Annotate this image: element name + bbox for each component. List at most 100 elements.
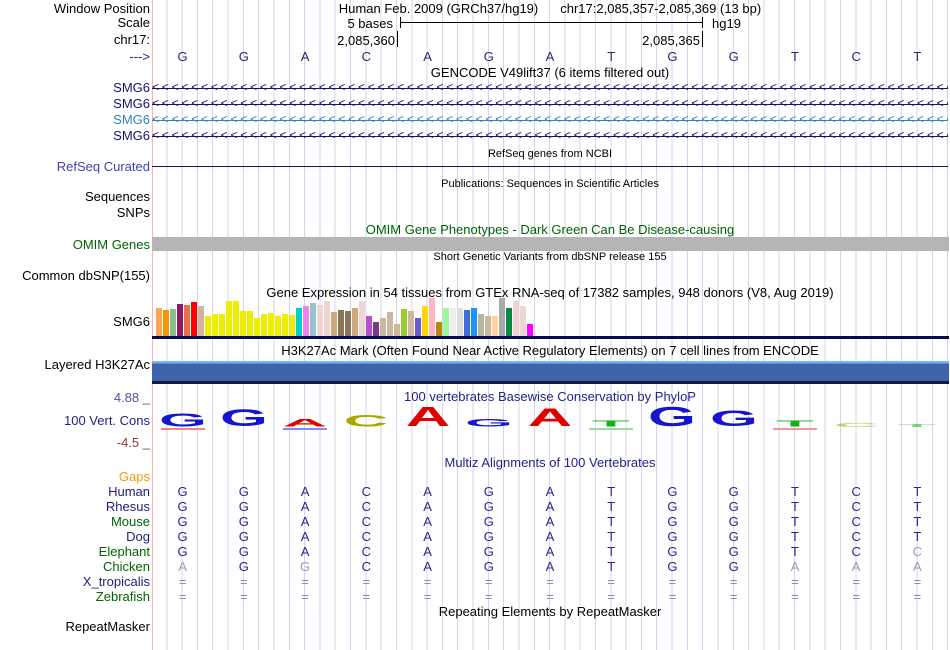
alignment-base: C bbox=[851, 544, 861, 559]
alignment-base: = bbox=[484, 574, 493, 589]
alignment-base: G bbox=[667, 484, 678, 499]
alignment-base: A bbox=[545, 529, 555, 544]
alignment-base: G bbox=[728, 529, 739, 544]
alignment-base: G bbox=[238, 514, 249, 529]
alignment-base: A bbox=[423, 559, 432, 574]
alignment-base: = bbox=[178, 589, 187, 604]
alignment-base: G bbox=[728, 484, 739, 499]
species-label-dog[interactable]: Dog bbox=[0, 530, 150, 544]
alignment-base: G bbox=[483, 484, 494, 499]
alignment-base: A bbox=[545, 514, 555, 529]
alignment-base: A bbox=[300, 544, 310, 559]
alignment-base: T bbox=[790, 544, 799, 559]
alignment-base: T bbox=[607, 529, 616, 544]
alignment-base: G bbox=[483, 499, 494, 514]
alignment-base: G bbox=[667, 529, 678, 544]
species-label-x_tropicalis[interactable]: X_tropicalis bbox=[0, 575, 150, 589]
alignment-base: = bbox=[607, 574, 616, 589]
species-label-chicken[interactable]: Chicken bbox=[0, 560, 150, 574]
alignment-base: = bbox=[240, 589, 248, 604]
alignment-base: T bbox=[607, 514, 616, 529]
alignment-base: = bbox=[607, 589, 616, 604]
alignment-base: A bbox=[851, 559, 861, 574]
alignment-base: = bbox=[852, 589, 860, 604]
alignment-base: = bbox=[668, 574, 677, 589]
alignment-base: G bbox=[667, 544, 678, 559]
alignment-base: A bbox=[545, 499, 555, 514]
alignment-base: T bbox=[607, 484, 616, 499]
alignment-base: = bbox=[668, 589, 677, 604]
alignment-base: G bbox=[177, 529, 188, 544]
alignment-base: C bbox=[361, 559, 371, 574]
species-label-mouse[interactable]: Mouse bbox=[0, 515, 150, 529]
alignment-base: A bbox=[545, 559, 555, 574]
alignment-base: A bbox=[545, 544, 555, 559]
alignment-base: T bbox=[913, 484, 922, 499]
alignment-base: T bbox=[607, 544, 616, 559]
alignment-base: C bbox=[361, 529, 371, 544]
alignment-base: = bbox=[913, 589, 922, 604]
alignment-base: G bbox=[238, 559, 249, 574]
alignment-base: = bbox=[423, 574, 432, 589]
alignment-base: A bbox=[423, 529, 432, 544]
alignment-base: A bbox=[423, 499, 432, 514]
alignment-base: A bbox=[790, 559, 800, 574]
alignment-base: A bbox=[545, 484, 555, 499]
alignment-base: A bbox=[913, 559, 922, 574]
alignment-base: C bbox=[851, 529, 861, 544]
species-label-elephant[interactable]: Elephant bbox=[0, 545, 150, 559]
alignment-base: G bbox=[483, 559, 494, 574]
alignment-base: T bbox=[913, 529, 922, 544]
alignment-base: G bbox=[483, 529, 494, 544]
alignment-base: G bbox=[177, 499, 188, 514]
alignment-base: = bbox=[362, 589, 371, 604]
alignment-base: = bbox=[301, 589, 309, 604]
alignment-base: T bbox=[790, 499, 799, 514]
alignment-base: C bbox=[361, 514, 371, 529]
multiz-alignment-grid[interactable]: Human G G A C A G A T G G T C T Rhesus G G A C A G A T G G T C T Mou… bbox=[0, 0, 950, 650]
alignment-base: = bbox=[423, 589, 432, 604]
alignment-base: A bbox=[423, 544, 432, 559]
alignment-base: T bbox=[607, 559, 616, 574]
species-label-human[interactable]: Human bbox=[0, 485, 150, 499]
species-label-zebrafish[interactable]: Zebrafish bbox=[0, 590, 150, 604]
alignment-base: G bbox=[728, 499, 739, 514]
alignment-base: T bbox=[790, 529, 799, 544]
alignment-base: C bbox=[851, 499, 861, 514]
alignment-base: C bbox=[851, 514, 861, 529]
alignment-base: C bbox=[361, 499, 371, 514]
alignment-base: A bbox=[423, 514, 432, 529]
genome-browser-view: Human Feb. 2009 (GRCh37/hg19) chr17:2,085… bbox=[0, 0, 950, 650]
alignment-base: G bbox=[177, 544, 188, 559]
alignment-base: A bbox=[300, 514, 310, 529]
alignment-base: A bbox=[423, 484, 432, 499]
alignment-base: T bbox=[607, 499, 616, 514]
alignment-base: = bbox=[913, 574, 922, 589]
alignment-base: G bbox=[238, 544, 249, 559]
alignment-base: T bbox=[790, 514, 799, 529]
alignment-base: G bbox=[238, 484, 249, 499]
track-label-repeatmasker[interactable]: RepeatMasker bbox=[0, 620, 150, 634]
alignment-base: G bbox=[300, 559, 311, 574]
alignment-base: T bbox=[913, 514, 922, 529]
alignment-base: = bbox=[362, 574, 371, 589]
alignment-base: G bbox=[667, 514, 678, 529]
alignment-base: G bbox=[728, 559, 739, 574]
alignment-base: = bbox=[178, 574, 187, 589]
alignment-base: G bbox=[483, 514, 494, 529]
alignment-base: G bbox=[177, 514, 188, 529]
alignment-base: = bbox=[852, 574, 860, 589]
alignment-base: T bbox=[790, 484, 799, 499]
alignment-base: = bbox=[546, 574, 554, 589]
alignment-base: G bbox=[238, 499, 249, 514]
alignment-base: C bbox=[912, 544, 923, 559]
repeatmasker-title: Repeating Elements by RepeatMasker bbox=[438, 604, 662, 619]
alignment-base: C bbox=[851, 484, 861, 499]
alignment-base: = bbox=[484, 589, 493, 604]
alignment-base: G bbox=[238, 529, 249, 544]
alignment-base: = bbox=[729, 589, 738, 604]
species-label-rhesus[interactable]: Rhesus bbox=[0, 500, 150, 514]
alignment-base: C bbox=[361, 484, 371, 499]
alignment-base: = bbox=[546, 589, 554, 604]
alignment-base: A bbox=[300, 484, 310, 499]
